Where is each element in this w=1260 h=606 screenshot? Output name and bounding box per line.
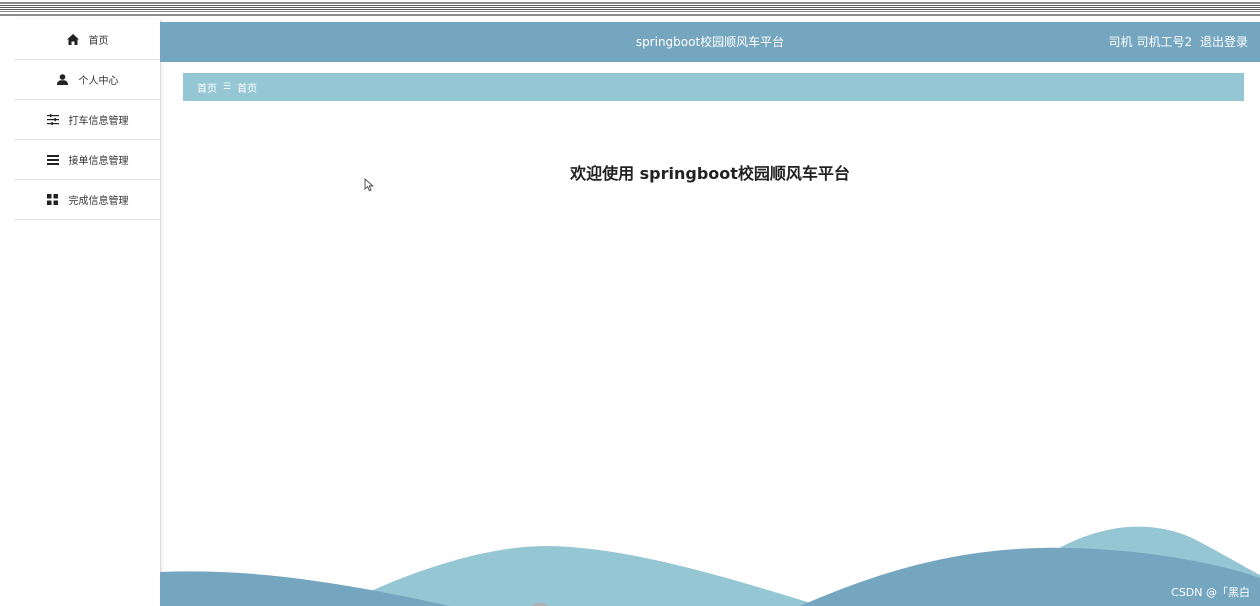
sidebar-item-label: 打车信息管理 (68, 116, 129, 127)
app-title: springboot校园顺风车平台 (635, 35, 785, 49)
breadcrumb-separator-icon: ☰ (223, 82, 232, 92)
wave-light (340, 545, 820, 606)
breadcrumb-root[interactable]: 首页 (197, 80, 217, 95)
sidebar-item-label: 个人中心 (78, 76, 119, 87)
sidebar-item-accepted-orders[interactable]: 接单信息管理 (14, 140, 160, 180)
mouse-cursor-icon (364, 178, 374, 192)
sidebar: 首页 个人中心 打车信息管理 接单信息管理 完成信息管理 (14, 20, 161, 606)
logout-button[interactable]: 退出登录 (1200, 35, 1248, 49)
sidebar-item-label: 接单信息管理 (68, 156, 129, 167)
list-icon (46, 154, 60, 166)
top-header: springboot校园顺风车平台 司机 司机工号2 退出登录 (160, 22, 1260, 62)
breadcrumb-current: 首页 (237, 83, 258, 95)
sidebar-item-ride-requests[interactable]: 打车信息管理 (14, 100, 160, 140)
user-area: 司机 司机工号2 退出登录 (1105, 22, 1249, 62)
sidebar-item-completed[interactable]: 完成信息管理 (14, 180, 160, 220)
sidebar-item-label: 完成信息管理 (68, 196, 129, 207)
home-icon (66, 34, 80, 46)
sidebar-item-label: 首页 (88, 36, 109, 47)
sliders-icon (46, 114, 60, 126)
grid-icon (46, 194, 60, 206)
user-name: 司机工号2 (1136, 35, 1193, 49)
breadcrumb: 首页 ☰ 首页 (183, 73, 1244, 101)
window-top-border (0, 0, 1260, 16)
sidebar-item-profile[interactable]: 个人中心 (14, 60, 160, 100)
decorative-waves (160, 526, 1260, 606)
user-role: 司机 (1108, 35, 1133, 49)
user-icon (56, 74, 70, 86)
sidebar-item-home[interactable]: 首页 (14, 20, 160, 60)
welcome-heading: 欢迎使用 springboot校园顺风车平台 (570, 164, 850, 183)
watermark: CSDN @「黑白 (1171, 586, 1250, 599)
